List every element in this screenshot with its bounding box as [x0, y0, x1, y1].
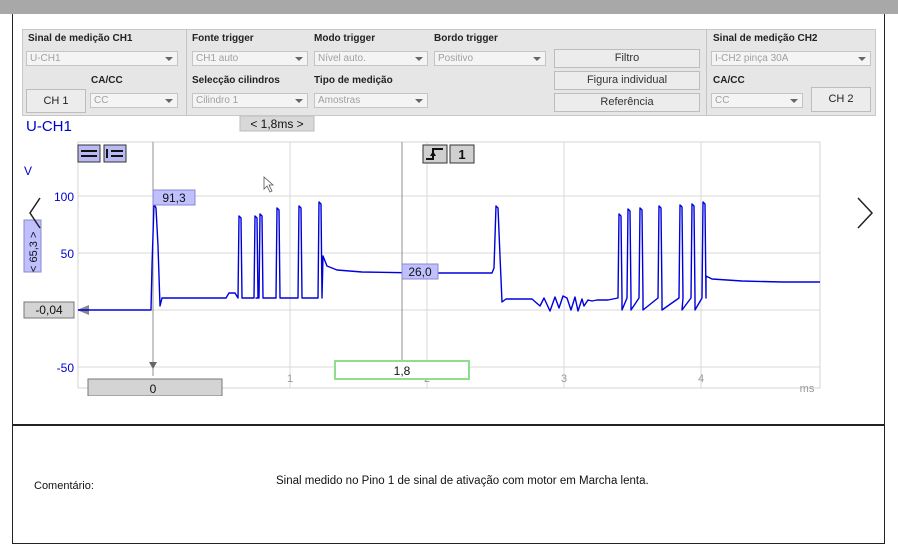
acdc-select-ch2[interactable]: CC	[711, 93, 803, 108]
offset-marker-value: -0,04	[35, 303, 63, 317]
comment-label: Comentário:	[34, 480, 94, 492]
chevron-down-icon	[858, 57, 866, 61]
trigger-edge-value: Positivo	[438, 53, 474, 64]
x-tick-4: 4	[698, 373, 704, 385]
cursor-time-mid: 1,8	[394, 364, 411, 378]
mouse-pointer-icon	[263, 176, 275, 193]
acdc-select-ch1[interactable]: CC	[90, 93, 178, 108]
chevron-down-icon	[295, 57, 303, 61]
trigger-channel: 1	[458, 147, 465, 162]
measurement-type-value: Amostras	[318, 95, 361, 106]
window-top-bar	[0, 0, 898, 14]
ch1-signal-label: Sinal de medição CH1	[28, 33, 133, 44]
trigger-source-label: Fonte trigger	[192, 33, 254, 44]
oscilloscope-canvas: U-CH1 < 1,8ms > 1 V 100 50 -50 < 65,3 > …	[23, 116, 874, 396]
waveform-trace	[78, 201, 820, 312]
cylinder-select[interactable]: Cilindro 1	[192, 93, 308, 108]
measurement-type-select[interactable]: Amostras	[314, 93, 428, 108]
ch2-signal-value: I-CH2 pinça 30A	[715, 53, 789, 64]
x-unit-label: ms	[800, 383, 815, 395]
cursor2-value: 26,0	[408, 265, 432, 279]
y-tick-100: 100	[54, 190, 74, 204]
chevron-down-icon	[165, 57, 173, 61]
acdc-value-ch2: CC	[715, 95, 730, 106]
chevron-down-icon	[533, 57, 541, 61]
section-divider	[12, 424, 885, 426]
cursor-time-left: 0	[150, 382, 157, 396]
trigger-source-value: CH1 auto	[196, 53, 239, 64]
chevron-down-icon	[415, 57, 423, 61]
acdc-label-ch1: CA/CC	[91, 75, 123, 86]
chevron-down-icon	[165, 99, 173, 103]
y-scale-marker-value: < 65,3 >	[28, 232, 40, 272]
scope-settings-toolbar: Sinal de medição CH1 U-CH1 CA/CC CH 1 CC…	[22, 29, 876, 116]
acdc-label-ch2: CA/CC	[713, 75, 745, 86]
y-unit-label: V	[24, 164, 32, 178]
ch2-signal-label: Sinal de medição CH2	[713, 33, 818, 44]
waveform-layout-icon[interactable]	[77, 144, 101, 163]
chevron-down-icon	[295, 99, 303, 103]
reference-button[interactable]: Referência	[554, 93, 700, 112]
cursor-1-arrow-icon[interactable]	[149, 362, 157, 369]
filter-button[interactable]: Filtro	[554, 49, 700, 68]
cylinder-select-label: Selecção cilindros	[192, 75, 280, 86]
ch2-signal-select[interactable]: I-CH2 pinça 30A	[711, 51, 871, 66]
grid	[78, 142, 820, 388]
measurement-type-label: Tipo de medição	[314, 75, 393, 86]
cursor1-value: 91,3	[162, 191, 186, 205]
x-tick-1: 1	[287, 373, 293, 385]
timebase-value: < 1,8ms >	[250, 117, 303, 131]
toolbar-separator	[706, 30, 707, 115]
ch1-signal-value: U-CH1	[30, 53, 61, 64]
y-tick-50: 50	[61, 247, 75, 261]
y-tick-minus-50: -50	[57, 361, 75, 375]
trigger-mode-value: Nível auto.	[318, 53, 366, 64]
ch1-button[interactable]: CH 1	[26, 89, 86, 113]
cursor-mode-icon[interactable]	[103, 144, 127, 163]
trigger-source-select[interactable]: CH1 auto	[192, 51, 308, 66]
ch2-button[interactable]: CH 2	[811, 87, 871, 112]
trigger-edge-icon[interactable]	[422, 144, 448, 164]
trigger-edge-select[interactable]: Positivo	[434, 51, 546, 66]
scroll-right-arrow-icon[interactable]	[857, 197, 874, 229]
chevron-down-icon	[415, 99, 423, 103]
x-tick-3: 3	[561, 373, 567, 385]
plot-area	[77, 141, 821, 389]
channel-title: U-CH1	[26, 118, 72, 135]
comment-text: Sinal medido no Pino 1 de sinal de ativa…	[276, 475, 649, 487]
cylinder-select-value: Cilindro 1	[196, 95, 239, 106]
trigger-mode-select[interactable]: Nível auto.	[314, 51, 428, 66]
toolbar-separator	[186, 30, 187, 115]
acdc-value-ch1: CC	[94, 95, 109, 106]
single-figure-button[interactable]: Figura individual	[554, 71, 700, 90]
oscilloscope-view[interactable]: U-CH1 < 1,8ms > 1 V 100 50 -50 < 65,3 > …	[22, 116, 876, 396]
trigger-mode-label: Modo trigger	[314, 33, 376, 44]
trigger-edge-label: Bordo trigger	[434, 33, 498, 44]
ch1-signal-select[interactable]: U-CH1	[26, 51, 178, 66]
chevron-down-icon	[790, 99, 798, 103]
